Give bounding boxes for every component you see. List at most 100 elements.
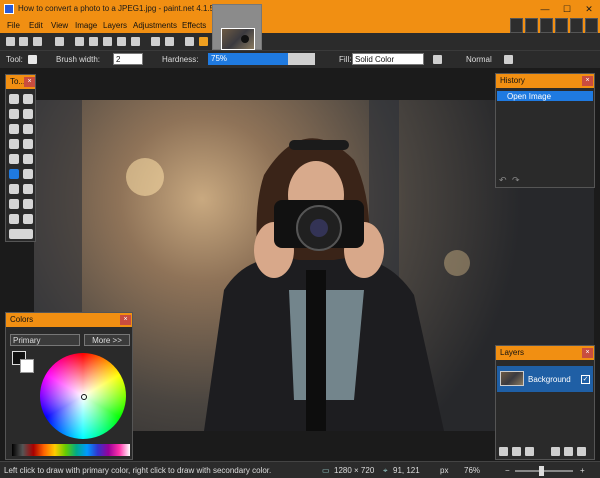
maximize-button[interactable]: ☐: [556, 2, 578, 16]
zoom-icon[interactable]: [23, 124, 33, 134]
menu-layers[interactable]: Layers: [103, 21, 127, 30]
colors-window-button[interactable]: [555, 18, 568, 33]
zoom-value[interactable]: 76%: [464, 466, 480, 475]
ruler-icon[interactable]: [199, 37, 208, 46]
color-wheel-cursor[interactable]: [81, 394, 87, 400]
new-icon[interactable]: [6, 37, 15, 46]
crop-icon[interactable]: [117, 37, 126, 46]
deselect-icon[interactable]: [131, 37, 140, 46]
primary-secondary-select[interactable]: Primary: [10, 334, 80, 346]
app-icon: [4, 4, 14, 14]
menu-file[interactable]: File: [7, 21, 20, 30]
zoom-in-icon[interactable]: +: [580, 466, 585, 475]
paint-bucket-icon[interactable]: [9, 154, 19, 164]
close-button[interactable]: ✕: [578, 2, 600, 16]
zoom-out-icon[interactable]: −: [505, 466, 510, 475]
undo-icon[interactable]: [151, 37, 160, 46]
color-palette[interactable]: [12, 444, 130, 456]
image-tab[interactable]: [212, 4, 262, 50]
menu-bar: File Edit View Image Layers Adjustments …: [0, 18, 210, 33]
tools-window-button[interactable]: [510, 18, 523, 33]
layer-down-icon[interactable]: [564, 447, 573, 456]
minimize-button[interactable]: —: [534, 2, 556, 16]
paintbrush-tool-icon[interactable]: [9, 169, 19, 179]
menu-edit[interactable]: Edit: [29, 21, 43, 30]
shapes-icon[interactable]: [23, 214, 33, 224]
text-icon[interactable]: [23, 199, 33, 209]
print-icon[interactable]: [55, 37, 64, 46]
menu-image[interactable]: Image: [75, 21, 97, 30]
ellipse-select-icon[interactable]: [9, 124, 19, 134]
rectangle-select-icon[interactable]: [9, 94, 19, 104]
opacity-icon[interactable]: [504, 55, 513, 64]
history-panel-close[interactable]: ×: [582, 76, 593, 86]
redo-history-icon[interactable]: ↷: [512, 175, 520, 186]
brush-width-input[interactable]: 2: [113, 53, 143, 65]
colors-panel-title: Colors: [10, 315, 34, 324]
grid-icon[interactable]: [185, 37, 194, 46]
history-panel-title: History: [500, 76, 525, 85]
color-wheel[interactable]: [40, 353, 126, 439]
layer-properties-icon[interactable]: [577, 447, 586, 456]
layers-panel-title: Layers: [500, 348, 525, 357]
clone-stamp-icon[interactable]: [23, 184, 33, 194]
colors-panel: Colors × Primary More >>: [5, 312, 133, 460]
gradient-icon[interactable]: [23, 154, 33, 164]
history-item[interactable]: Open Image: [497, 91, 593, 101]
layer-delete-icon[interactable]: [512, 447, 521, 456]
save-icon[interactable]: [33, 37, 42, 46]
cursor-position-icon: ⌖: [383, 466, 388, 475]
title-bar: How to convert a photo to a JPEG1.jpg - …: [0, 0, 600, 18]
copy-icon[interactable]: [89, 37, 98, 46]
layers-window-button[interactable]: [540, 18, 553, 33]
hardness-slider[interactable]: 75%: [208, 53, 315, 65]
main-toolbar: [0, 33, 600, 51]
colors-panel-close[interactable]: ×: [120, 315, 131, 325]
pencil-icon[interactable]: [9, 184, 19, 194]
shape-type-icon[interactable]: [9, 229, 33, 239]
layer-add-icon[interactable]: [499, 447, 508, 456]
more-colors-button[interactable]: More >>: [84, 334, 130, 346]
zoom-slider[interactable]: [515, 466, 573, 476]
paste-icon[interactable]: [103, 37, 112, 46]
tools-panel: To... ×: [5, 74, 36, 242]
menu-adjustments[interactable]: Adjustments: [133, 21, 177, 30]
magic-wand-icon[interactable]: [9, 139, 19, 149]
recolor-icon[interactable]: [9, 199, 19, 209]
image-size: 1280 × 720: [334, 466, 375, 475]
redo-icon[interactable]: [165, 37, 174, 46]
status-bar: Left click to draw with primary color, r…: [0, 461, 600, 478]
help-button[interactable]: [585, 18, 598, 33]
blend-mode[interactable]: Normal: [466, 55, 492, 64]
settings-button[interactable]: [570, 18, 583, 33]
history-window-button[interactable]: [525, 18, 538, 33]
tools-panel-title: To...: [10, 77, 26, 86]
secondary-color-swatch[interactable]: [20, 359, 34, 373]
fill-select[interactable]: Solid Color: [352, 53, 424, 65]
menu-view[interactable]: View: [51, 21, 68, 30]
antialias-icon[interactable]: [433, 55, 442, 64]
move-selection-icon[interactable]: [23, 109, 33, 119]
pan-icon[interactable]: [23, 139, 33, 149]
layer-visible-checkbox[interactable]: ✓: [581, 375, 590, 384]
zoom-slider-thumb[interactable]: [539, 466, 544, 476]
image-size-icon: ▭: [322, 466, 330, 475]
layers-panel-header: Layers: [496, 346, 594, 360]
menu-effects[interactable]: Effects: [182, 21, 206, 30]
brush-width-label: Brush width:: [56, 55, 101, 64]
layers-panel-close[interactable]: ×: [582, 348, 593, 358]
cut-icon[interactable]: [75, 37, 84, 46]
tools-panel-close[interactable]: ×: [24, 77, 35, 87]
undo-history-icon[interactable]: ↶: [499, 175, 507, 186]
units-select[interactable]: px: [440, 466, 448, 475]
eraser-icon[interactable]: [23, 169, 33, 179]
layers-panel: Layers × Background ✓: [495, 345, 595, 460]
lasso-select-icon[interactable]: [9, 109, 19, 119]
layer-item[interactable]: Background ✓: [497, 366, 593, 392]
layer-duplicate-icon[interactable]: [525, 447, 534, 456]
line-curve-icon[interactable]: [9, 214, 19, 224]
layer-up-icon[interactable]: [551, 447, 560, 456]
move-selected-icon[interactable]: [23, 94, 33, 104]
paintbrush-icon[interactable]: [28, 55, 37, 64]
open-icon[interactable]: [19, 37, 28, 46]
